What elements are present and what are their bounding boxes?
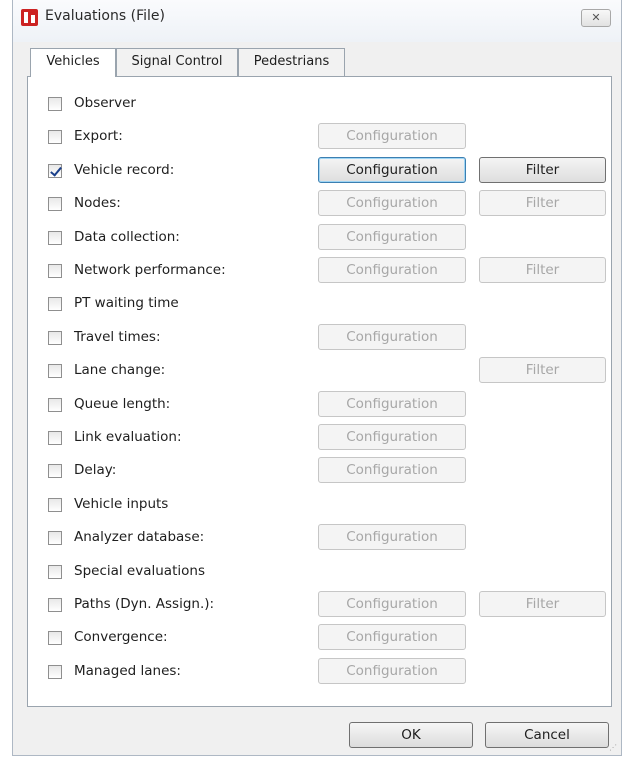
filter-button-nodes[interactable]: Filter xyxy=(479,190,606,217)
label-nodes[interactable]: Nodes: xyxy=(74,195,121,211)
checkbox-vehicle-record[interactable] xyxy=(48,163,62,178)
evaluation-row-convergence: Convergence: Configuration xyxy=(28,624,611,652)
label-special-evaluations[interactable]: Special evaluations xyxy=(74,563,205,579)
evaluation-row-travel-times: Travel times: Configuration xyxy=(28,323,611,352)
app-icon xyxy=(21,9,38,26)
label-pt-waiting-time[interactable]: PT waiting time xyxy=(74,295,179,311)
configuration-button-delay[interactable]: Configuration xyxy=(318,457,466,484)
checkbox-link-evaluation[interactable] xyxy=(48,431,62,445)
evaluation-row-pt-waiting-time: PT waiting time xyxy=(28,290,611,318)
checkbox-data-collection[interactable] xyxy=(48,230,62,245)
checkbox-managed-lanes[interactable] xyxy=(48,664,62,679)
label-analyzer-database[interactable]: Analyzer database: xyxy=(74,529,204,545)
configuration-button-queue-length[interactable]: Configuration xyxy=(318,390,466,417)
evaluation-row-special-evaluations: Special evaluations xyxy=(28,558,611,586)
vehicles-tab-panel: Observer Export: Configuration Vehicle reco… xyxy=(27,76,612,707)
label-travel-times[interactable]: Travel times: xyxy=(74,329,161,345)
checkbox-special-evaluations[interactable] xyxy=(48,564,62,579)
filter-button-lane-change[interactable]: Filter xyxy=(479,357,606,384)
checkbox-network-performance[interactable] xyxy=(48,264,62,278)
configuration-button-analyzer-database[interactable]: Configuration xyxy=(318,524,466,551)
checkbox-export[interactable] xyxy=(48,130,62,145)
label-vehicle-record[interactable]: Vehicle record: xyxy=(74,162,174,178)
checkbox-analyzer-database[interactable] xyxy=(48,531,62,546)
resize-grip-icon[interactable]: ⋰ xyxy=(609,743,619,753)
checkbox-lane-change[interactable] xyxy=(48,364,62,379)
label-observer[interactable]: Observer xyxy=(74,95,136,111)
configuration-button-managed-lanes[interactable]: Configuration xyxy=(318,657,466,684)
filter-button-vehicle-record[interactable]: Filter xyxy=(479,156,606,183)
checkbox-nodes[interactable] xyxy=(48,197,62,212)
evaluation-row-nodes: Nodes: Configuration Filter xyxy=(28,190,611,218)
evaluation-row-vehicle-record: Vehicle record: Configuration Filter xyxy=(28,156,611,185)
configuration-button-travel-times[interactable]: Configuration xyxy=(318,323,466,350)
evaluation-row-paths-dyn-assign: Paths (Dyn. Assign.): Configuration Filter xyxy=(28,591,611,619)
evaluation-row-managed-lanes: Managed lanes: Configuration xyxy=(28,657,611,686)
configuration-button-data-collection[interactable]: Configuration xyxy=(318,223,466,250)
label-delay[interactable]: Delay: xyxy=(74,462,116,478)
label-link-evaluation[interactable]: Link evaluation: xyxy=(74,429,182,445)
filter-button-paths-dyn-assign[interactable]: Filter xyxy=(479,591,606,617)
tab-signal-control[interactable]: Signal Control xyxy=(116,48,238,76)
label-lane-change[interactable]: Lane change: xyxy=(74,362,165,378)
configuration-button-vehicle-record[interactable]: Configuration xyxy=(318,156,466,183)
label-managed-lanes[interactable]: Managed lanes: xyxy=(74,663,181,679)
checkbox-travel-times[interactable] xyxy=(48,330,62,345)
evaluation-row-analyzer-database: Analyzer database: Configuration xyxy=(28,524,611,552)
evaluation-row-data-collection: Data collection: Configuration xyxy=(28,223,611,252)
label-paths-dyn-assign[interactable]: Paths (Dyn. Assign.): xyxy=(74,596,214,612)
close-icon: ✕ xyxy=(591,11,601,24)
evaluation-row-link-evaluation: Link evaluation: Configuration xyxy=(28,424,611,452)
evaluation-row-export: Export: Configuration xyxy=(28,123,611,151)
filter-button-network-performance[interactable]: Filter xyxy=(479,257,606,283)
evaluation-row-delay: Delay: Configuration xyxy=(28,457,611,485)
checkbox-queue-length[interactable] xyxy=(48,397,62,412)
checkbox-pt-waiting-time[interactable] xyxy=(48,297,62,312)
checkbox-convergence[interactable] xyxy=(48,631,62,646)
label-export[interactable]: Export: xyxy=(74,128,123,144)
configuration-button-paths-dyn-assign[interactable]: Configuration xyxy=(318,591,466,617)
configuration-button-nodes[interactable]: Configuration xyxy=(318,190,466,217)
checkbox-paths-dyn-assign[interactable] xyxy=(48,598,62,612)
configuration-button-convergence[interactable]: Configuration xyxy=(318,624,466,651)
tab-pedestrians[interactable]: Pedestrians xyxy=(238,48,345,76)
label-convergence[interactable]: Convergence: xyxy=(74,629,168,645)
label-vehicle-inputs[interactable]: Vehicle inputs xyxy=(74,496,168,512)
evaluation-row-network-performance: Network performance: Configuration Filter xyxy=(28,257,611,285)
evaluation-row-vehicle-inputs: Vehicle inputs xyxy=(28,491,611,519)
cancel-button[interactable]: Cancel xyxy=(485,722,609,748)
evaluation-row-queue-length: Queue length: Configuration xyxy=(28,390,611,419)
configuration-button-export[interactable]: Configuration xyxy=(318,123,466,150)
checkbox-observer[interactable] xyxy=(48,97,62,111)
evaluation-row-observer: Observer xyxy=(28,90,611,118)
configuration-button-network-performance[interactable]: Configuration xyxy=(318,257,466,283)
label-data-collection[interactable]: Data collection: xyxy=(74,229,180,245)
evaluations-dialog: Evaluations (File) ✕ Vehicles Signal Con… xyxy=(12,0,622,756)
label-queue-length[interactable]: Queue length: xyxy=(74,396,170,412)
close-button[interactable]: ✕ xyxy=(581,9,611,27)
title-bar[interactable]: Evaluations (File) ✕ xyxy=(13,0,621,42)
checkbox-vehicle-inputs[interactable] xyxy=(48,497,62,512)
window-title: Evaluations (File) xyxy=(45,8,165,24)
ok-button[interactable]: OK xyxy=(349,722,473,748)
label-network-performance[interactable]: Network performance: xyxy=(74,262,226,278)
checkbox-delay[interactable] xyxy=(48,464,62,479)
configuration-button-link-evaluation[interactable]: Configuration xyxy=(318,424,466,450)
evaluation-row-lane-change: Lane change: Filter xyxy=(28,357,611,385)
tab-vehicles[interactable]: Vehicles xyxy=(30,48,116,77)
